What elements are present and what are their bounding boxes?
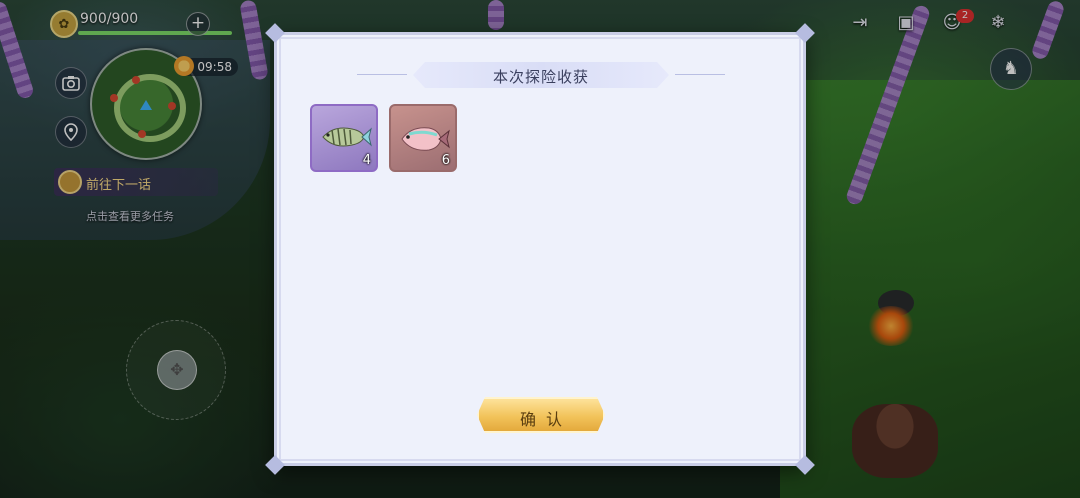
title-divider bbox=[357, 74, 407, 75]
title-banner: 本次探险收获 bbox=[413, 62, 669, 88]
title-divider bbox=[675, 74, 725, 75]
reward-item[interactable]: 4 bbox=[310, 104, 378, 172]
reward-item[interactable]: 6 bbox=[389, 104, 457, 172]
item-quantity: 4 bbox=[362, 153, 371, 168]
confirm-button[interactable]: 确认 bbox=[477, 397, 605, 433]
confirm-label: 确认 bbox=[519, 410, 572, 429]
dialog-title: 本次探险收获 bbox=[492, 68, 589, 86]
item-quantity: 6 bbox=[441, 153, 450, 168]
reward-dialog: 本次探险收获 4 6 确认 bbox=[265, 23, 815, 475]
fish-pink-icon bbox=[401, 127, 450, 151]
fish-striped-icon bbox=[322, 127, 372, 147]
